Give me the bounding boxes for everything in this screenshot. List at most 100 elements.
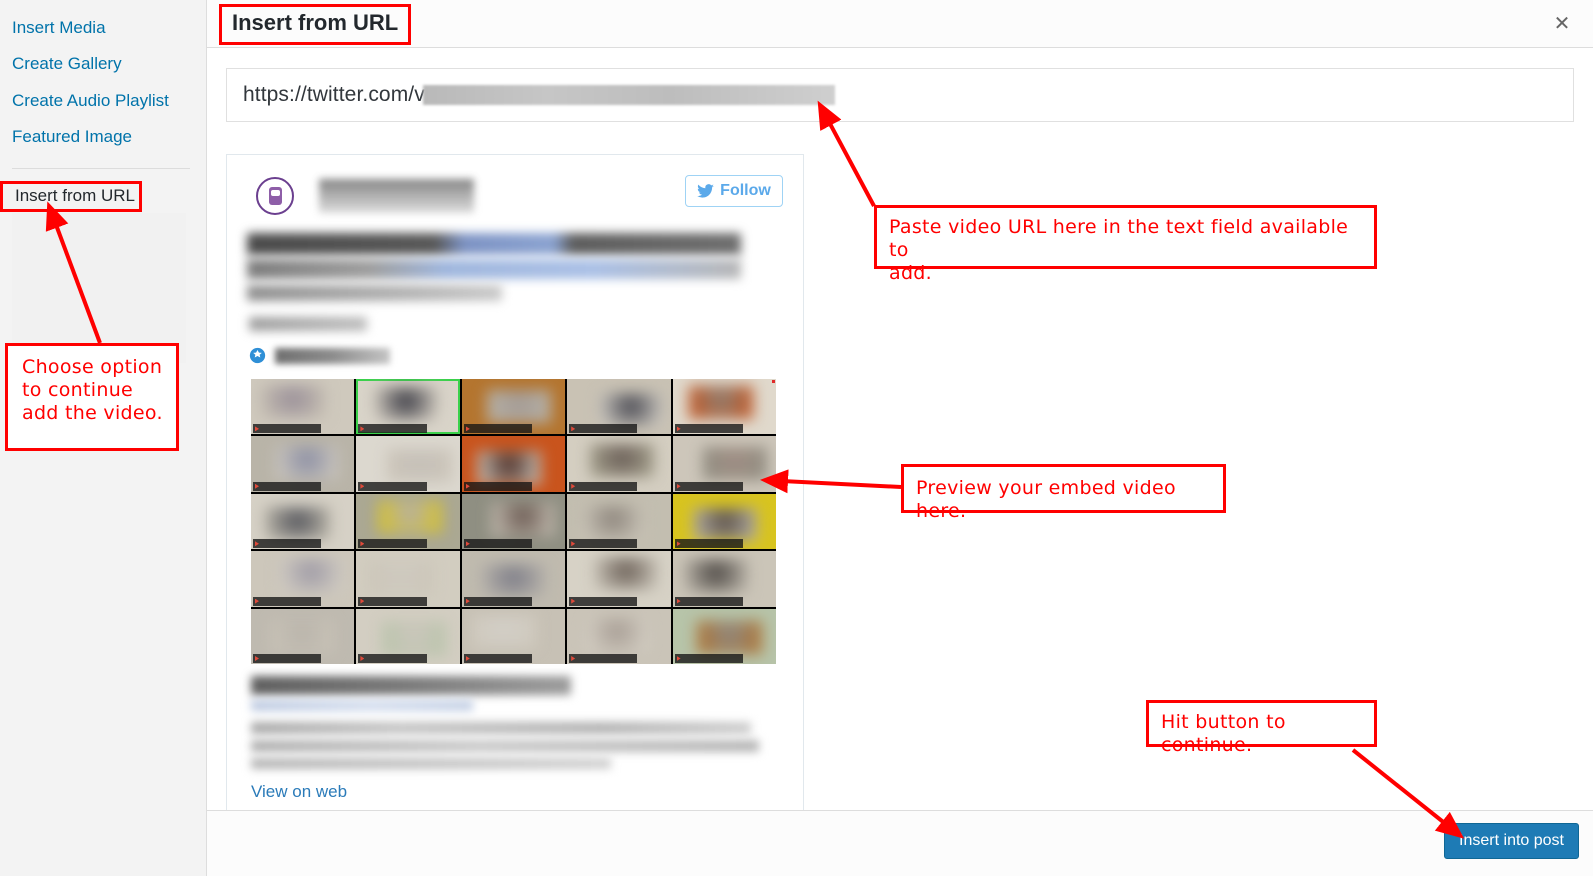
zoom-participant-tile: [251, 493, 355, 550]
url-input[interactable]: https://twitter.com/v: [226, 68, 1574, 122]
annotation-paste-url-line1: Paste video URL here in the text field a…: [889, 216, 1349, 261]
annotation-preview-embed: Preview your embed video here.: [901, 464, 1226, 522]
annotation-hit-button-line1: Hit button to continue.: [1161, 711, 1286, 756]
blurred-face: [382, 622, 447, 656]
participant-nameplate: [569, 654, 638, 663]
sidebar-item-featured-image[interactable]: Featured Image: [0, 119, 206, 155]
blurred-face: [702, 446, 767, 481]
blurred-face: [599, 392, 664, 427]
tweet-media-zoom-grid[interactable]: [251, 379, 776, 664]
participant-nameplate: [358, 654, 427, 663]
sidebar-item-insert-from-url[interactable]: Insert from URL: [10, 184, 139, 209]
annotation-hit-button: Hit button to continue.: [1146, 700, 1377, 756]
participant-nameplate: [253, 424, 322, 434]
sidebar-empty-panel: [12, 213, 186, 363]
participant-nameplate: [569, 481, 638, 491]
participant-nameplate: [463, 654, 533, 663]
zoom-participant-tile: [672, 493, 776, 550]
view-on-web-link[interactable]: View on web: [251, 782, 803, 802]
participant-nameplate: [463, 481, 533, 491]
annotation-preview-embed-line1: Preview your embed video here.: [916, 477, 1176, 522]
annotation-box-insert-from-url: Insert from URL: [0, 181, 142, 212]
modal-main-content: https://twitter.com/v Follow View on web: [207, 48, 1593, 810]
participant-nameplate: [253, 654, 322, 663]
sidebar-item-create-audio-playlist[interactable]: Create Audio Playlist: [0, 83, 206, 119]
tweet-attribution-redacted: [275, 348, 390, 364]
zoom-participant-tile: [251, 436, 355, 492]
participant-nameplate: [358, 481, 427, 491]
twitter-embed-card: Follow View on web: [226, 154, 804, 810]
zoom-participant-tile: [567, 379, 671, 435]
participant-nameplate: [674, 654, 743, 663]
participant-nameplate: [463, 539, 533, 549]
sidebar-item-insert-media[interactable]: Insert Media: [0, 10, 206, 46]
zoom-participant-tile: [356, 379, 460, 435]
participant-nameplate: [253, 481, 322, 491]
modal-footer: Insert into post: [207, 810, 1593, 876]
blurred-face: [278, 558, 343, 592]
blurred-face: [274, 445, 339, 480]
blurred-face: [589, 444, 655, 478]
page-title: Insert from URL: [232, 10, 399, 35]
zoom-participant-tile: [356, 436, 460, 492]
participant-nameplate: [358, 539, 427, 549]
zoom-participant-tile: [567, 436, 671, 492]
annotation-choose-option-line1: Choose option: [22, 356, 163, 378]
blurred-face: [594, 556, 659, 590]
zoom-participant-tile: [251, 551, 355, 607]
follow-button[interactable]: Follow: [685, 175, 783, 207]
participant-nameplate: [674, 596, 743, 606]
blurred-face: [697, 620, 762, 655]
annotation-choose-option-line3: add the video.: [22, 402, 163, 424]
zoom-participant-tile: [461, 608, 566, 664]
participant-nameplate: [569, 596, 638, 606]
participant-nameplate: [674, 481, 743, 491]
profile-avatar-icon: [256, 177, 294, 215]
zoom-participant-tile: [567, 608, 671, 664]
close-icon[interactable]: ✕: [1547, 8, 1577, 38]
zoom-participant-tile: [461, 379, 566, 435]
zoom-participant-tile: [251, 379, 355, 435]
participant-nameplate: [569, 539, 638, 549]
modal-header: Insert from URL ✕: [207, 0, 1593, 48]
insert-into-post-button[interactable]: Insert into post: [1444, 823, 1579, 859]
participant-nameplate: [253, 596, 322, 606]
tweet-text-redacted: [227, 233, 803, 345]
blurred-face: [689, 385, 754, 419]
annotation-choose-option-line2: to continue: [22, 379, 134, 401]
participant-nameplate: [463, 596, 533, 606]
zoom-participant-tile: [567, 493, 671, 550]
zoom-participant-tile: [461, 551, 566, 607]
sidebar-item-create-gallery[interactable]: Create Gallery: [0, 46, 206, 82]
zoom-participant-tile: [251, 608, 355, 664]
recording-dot-icon: [772, 380, 775, 383]
tweet-account-name-redacted: [319, 179, 474, 213]
zoom-participant-tile: [672, 608, 776, 664]
url-input-value: https://twitter.com/v: [243, 83, 425, 106]
twitter-bird-icon: [697, 184, 715, 198]
zoom-grid: [251, 379, 776, 664]
tweet-header: Follow: [227, 155, 803, 233]
blurred-face: [693, 508, 758, 542]
blurred-face: [584, 618, 649, 652]
insert-from-url-modal: Insert Media Create Gallery Create Audio…: [0, 0, 1593, 876]
annotation-paste-url: Paste video URL here in the text field a…: [874, 205, 1377, 284]
participant-nameplate: [358, 596, 427, 606]
blurred-face: [265, 507, 330, 541]
blurred-face: [387, 448, 452, 482]
url-redacted-region: [422, 85, 835, 105]
app-badge-icon: [249, 347, 266, 364]
blurred-face: [368, 561, 433, 595]
blurred-face: [472, 615, 537, 649]
zoom-participant-tile: [672, 551, 776, 607]
blurred-face: [477, 451, 542, 485]
participant-nameplate: [463, 424, 533, 434]
tweet-attribution: [227, 345, 803, 379]
blurred-face: [683, 559, 749, 593]
participant-nameplate: [253, 539, 322, 549]
zoom-participant-tile: [672, 436, 776, 492]
sidebar-menu: Insert Media Create Gallery Create Audio…: [0, 0, 206, 169]
follow-button-label: Follow: [720, 182, 771, 199]
annotation-paste-url-line2: add.: [889, 262, 933, 284]
zoom-participant-tile: [356, 551, 460, 607]
